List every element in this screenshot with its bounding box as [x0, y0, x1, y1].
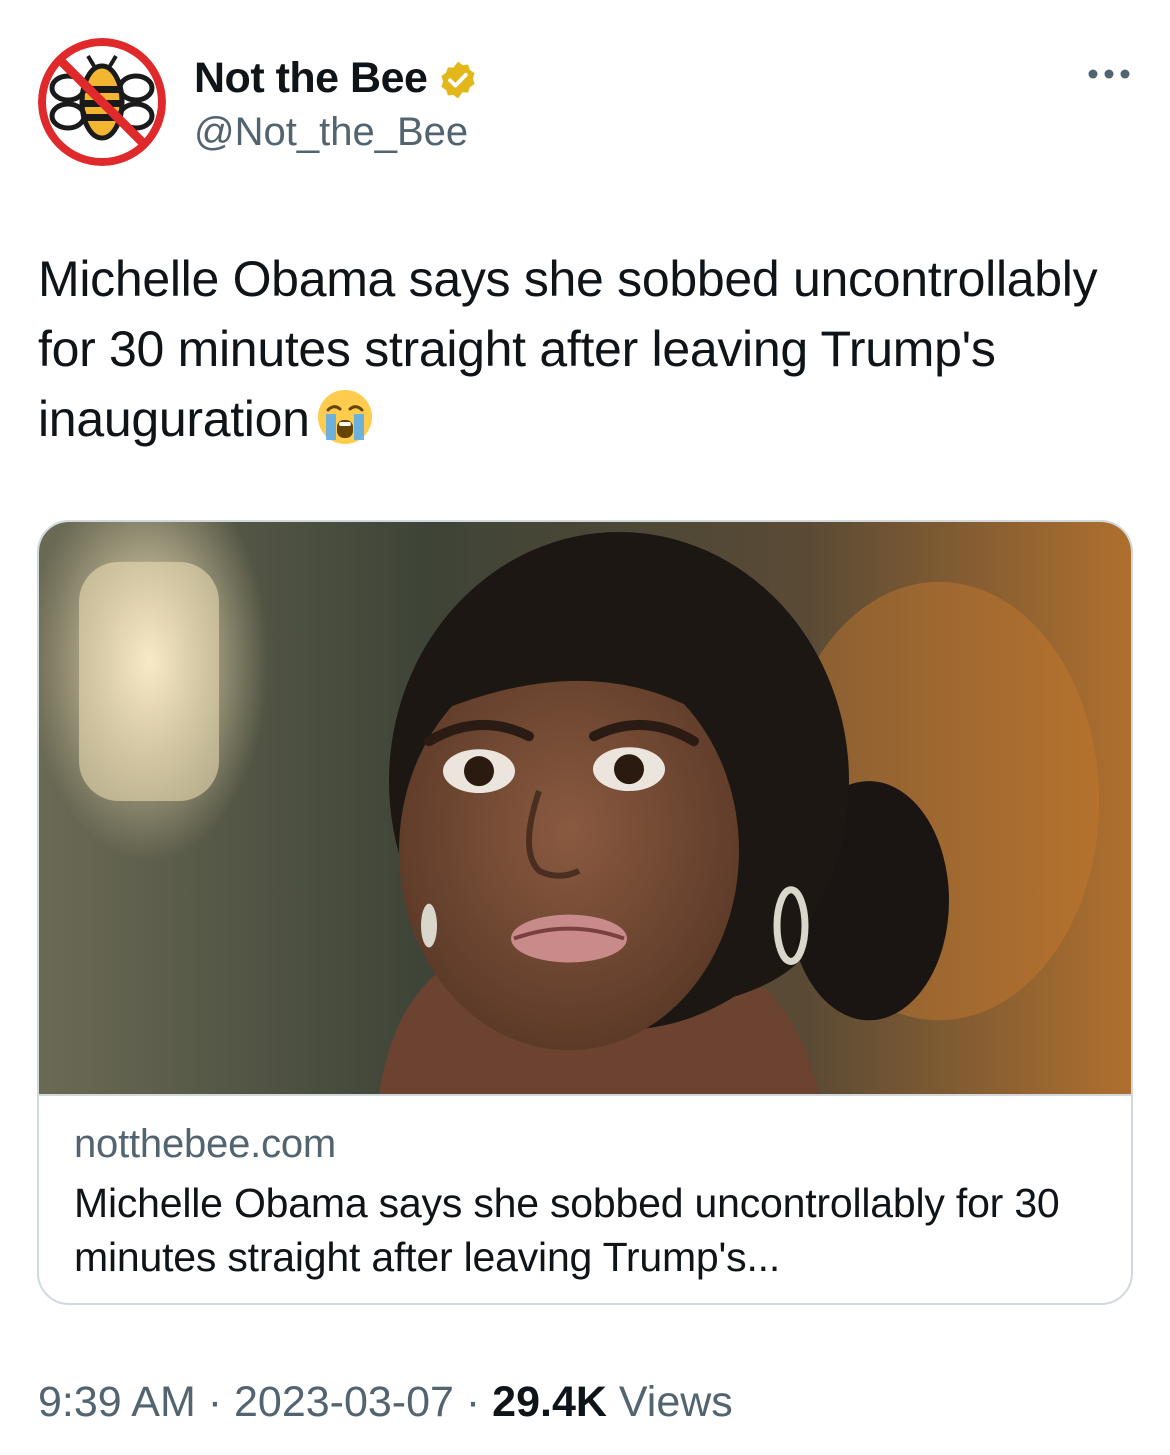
loudly-crying-face-icon [317, 390, 372, 444]
link-card-title: Michelle Obama says she sobbed uncontrol… [74, 1180, 1060, 1280]
link-card[interactable]: notthebee.com Michelle Obama says she so… [37, 520, 1133, 1305]
tweet-text: Michelle Obama says she sobbed uncontrol… [38, 244, 1132, 454]
avatar[interactable] [38, 38, 166, 166]
author-name-row[interactable]: Not the Bee [194, 54, 479, 103]
author-handle[interactable]: @Not_the_Bee [194, 110, 468, 155]
verified-badge-icon [441, 61, 476, 98]
views-count: 29.4K [492, 1378, 607, 1426]
tweet-date[interactable]: 2023-03-07 [234, 1378, 454, 1426]
link-card-domain: notthebee.com [74, 1122, 337, 1166]
author-display-name[interactable]: Not the Bee [194, 54, 428, 103]
more-options-icon[interactable] [1086, 64, 1132, 84]
tweet-text-content: Michelle Obama says she sobbed uncontrol… [38, 251, 1098, 447]
views-label: Views [606, 1378, 733, 1426]
link-card-image[interactable] [39, 522, 1133, 1096]
tweet-header: Not the Bee @Not_the_Bee [38, 38, 1132, 168]
tweet-time[interactable]: 9:39 AM [38, 1378, 196, 1426]
meta-separator: · [195, 1378, 234, 1426]
meta-separator: · [453, 1378, 493, 1426]
tweet-meta: 9:39 AM · 2023-03-07 · 29.4K Views [38, 1378, 733, 1427]
